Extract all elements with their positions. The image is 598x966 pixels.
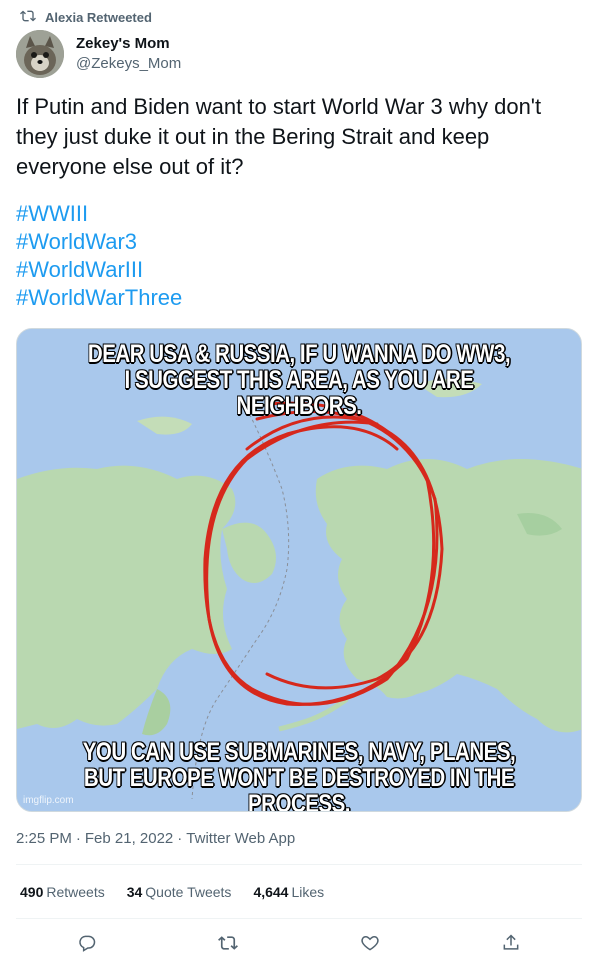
likes-count: 4,644 [253, 884, 289, 900]
meme-top-line-2: I SUGGEST THIS AREA, AS YOU ARE NEIGHBOR… [124, 366, 475, 420]
author-display-name[interactable]: Zekey's Mom [76, 34, 181, 54]
hashtag-link[interactable]: #WorldWarIII [16, 256, 182, 284]
hashtag-link[interactable]: #WWIII [16, 200, 182, 228]
share-icon [503, 934, 519, 950]
author-handle[interactable]: @Zekeys_Mom [76, 54, 181, 74]
retweets-count: 490 [20, 884, 44, 900]
tweet-author: Zekey's Mom @Zekeys_Mom [16, 30, 181, 78]
tweet-date[interactable]: Feb 21, 2022 [85, 830, 173, 847]
retweet-icon [218, 936, 239, 950]
quotes-count: 34 [126, 884, 143, 900]
separator-dot: · [75, 830, 81, 847]
retweet-context-label: Alexia Retweeted [45, 9, 152, 25]
tweet-client[interactable]: Twitter Web App [186, 830, 295, 847]
reply-icon [79, 935, 95, 952]
separator-dot: · [177, 830, 183, 847]
tweet-timestamp: 2:25 PM · Feb 21, 2022 · Twitter Web App [16, 830, 295, 847]
meme-bottom-text: YOU CAN USE SUBMARINES, NAVY, PLANES, BU… [68, 738, 530, 812]
share-button[interactable] [500, 932, 522, 954]
tweet-stats: 490 Retweets 34 Quote Tweets 4,644 Likes [20, 884, 324, 900]
likes-stat[interactable]: 4,644 Likes [253, 884, 324, 900]
hashtag-link[interactable]: #WorldWarThree [16, 284, 182, 312]
meme-top-line-1: DEAR USA & RUSSIA, IF U WANNA DO WW3, [87, 340, 511, 368]
likes-label: Likes [291, 884, 325, 900]
reply-button[interactable] [76, 932, 98, 954]
quotes-label: Quote Tweets [145, 884, 232, 900]
retweets-label: Retweets [46, 884, 105, 900]
like-button[interactable] [359, 932, 381, 954]
retweet-context[interactable]: Alexia Retweeted [20, 8, 152, 26]
tweet-actions [16, 928, 582, 958]
quote-tweets-stat[interactable]: 34 Quote Tweets [127, 884, 232, 900]
retweet-icon [20, 8, 45, 27]
tweet-text: If Putin and Biden want to start World W… [16, 92, 582, 182]
heart-icon [361, 935, 379, 951]
tweet-body: If Putin and Biden want to start World W… [16, 94, 542, 179]
retweets-stat[interactable]: 490 Retweets [20, 884, 105, 900]
imgflip-watermark: imgflip.com [23, 795, 74, 806]
hashtag-link[interactable]: #WorldWar3 [16, 228, 182, 256]
meme-bottom-line-2: BUT EUROPE WON'T BE DESTROYED IN THE PRO… [83, 764, 515, 812]
divider [16, 918, 582, 919]
divider [16, 864, 582, 865]
retweet-button[interactable] [217, 932, 239, 954]
meme-top-text: DEAR USA & RUSSIA, IF U WANNA DO WW3, I … [68, 340, 530, 420]
tweet-media-image[interactable]: DEAR USA & RUSSIA, IF U WANNA DO WW3, I … [16, 328, 582, 812]
meme-bottom-line-1: YOU CAN USE SUBMARINES, NAVY, PLANES, [82, 738, 516, 766]
avatar[interactable] [16, 30, 64, 78]
tweet-time[interactable]: 2:25 PM [16, 830, 72, 847]
hashtag-list: #WWIII #WorldWar3 #WorldWarIII #WorldWar… [16, 200, 182, 312]
